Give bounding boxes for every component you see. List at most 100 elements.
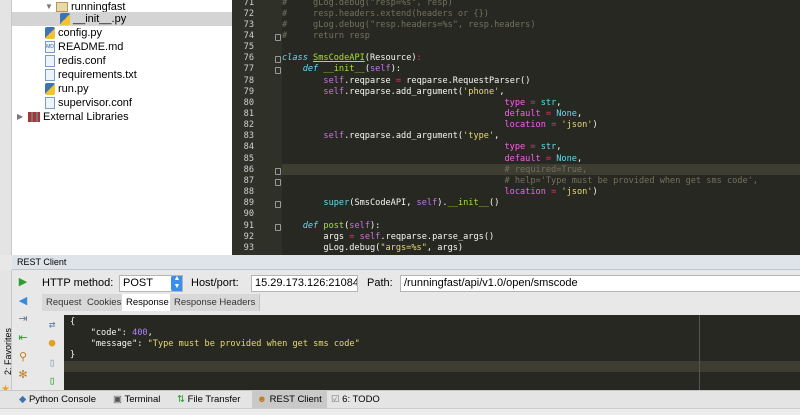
fold-marker-icon[interactable]	[275, 33, 281, 41]
line-number: 74	[243, 30, 254, 41]
tree-item[interactable]: requirements.txt	[45, 68, 137, 82]
fold-marker-icon[interactable]	[275, 201, 281, 209]
code-line: default = None,	[282, 109, 582, 120]
tools-icon[interactable]: ✻	[17, 369, 29, 381]
library-icon	[28, 112, 40, 122]
tool-rest-client[interactable]: ☻ REST Client	[252, 391, 327, 409]
tool-label: 6: TODO	[342, 394, 380, 405]
people-icon[interactable]: ⚲	[17, 351, 29, 363]
tree-item-label: README.md	[58, 41, 124, 53]
code-token: location	[504, 120, 546, 131]
tool-python-console[interactable]: ◆ Python Console	[14, 391, 101, 409]
path-input[interactable]: /runningfast/api/v1.0/open/smscode	[400, 275, 800, 292]
open-file-icon[interactable]: ▯	[46, 375, 58, 387]
code-token: (Resource)	[364, 53, 417, 64]
terminal-icon: ▣	[113, 394, 125, 405]
lightbulb-icon[interactable]: ●	[46, 337, 58, 349]
tab-response-headers[interactable]: Response Headers	[170, 294, 261, 311]
fold-marker-icon[interactable]	[275, 56, 281, 64]
code-line: class SmsCodeAPI(Resource):	[282, 53, 422, 64]
fold-marker-icon[interactable]	[275, 167, 281, 175]
code-line: # return resp	[282, 31, 370, 42]
tool-file-transfer[interactable]: ⇅ File Transfer	[172, 391, 245, 409]
tool-terminal[interactable]: ▣ Terminal	[108, 391, 165, 409]
wrap-icon[interactable]: ⇄	[46, 319, 58, 331]
export-icon[interactable]: ⇥	[17, 313, 29, 325]
code-token: .reqparse.parse_args()	[380, 231, 495, 242]
line-number: 85	[243, 153, 254, 164]
code-token: .reqparse	[344, 75, 396, 86]
tab-request[interactable]: Request	[42, 294, 87, 311]
python-file-icon	[45, 27, 55, 39]
tree-item[interactable]: MD README.md	[45, 40, 123, 54]
tree-item[interactable]: config.py	[45, 26, 102, 40]
code-token: )	[592, 120, 598, 131]
code-token: def	[302, 64, 324, 75]
tree-item[interactable]: supervisor.conf	[45, 96, 132, 110]
code-token: self	[323, 86, 345, 97]
right-margin-line	[699, 315, 700, 390]
code-line: type = str,	[282, 98, 561, 109]
code-token: 'phone'	[463, 86, 500, 97]
code-token: class	[282, 53, 314, 64]
favorites-strip[interactable]: 2: Favorites ★	[0, 270, 13, 395]
code-token: __init__	[447, 198, 490, 209]
code-token: 'json'	[561, 120, 593, 131]
code-token: super	[323, 198, 350, 209]
code-token: args	[282, 231, 350, 242]
code-editor[interactable]: 71 72 73 74 75 76 77 78 79 80 81 82 83 84 85 86 87 88 89 90…	[232, 0, 800, 255]
tool-label: Terminal	[124, 394, 161, 405]
tree-item-label: redis.conf	[58, 55, 106, 67]
folder-icon	[56, 2, 68, 12]
code-line: # help='Type must be provided when get s…	[282, 176, 758, 187]
path-label: Path:	[367, 277, 393, 289]
line-number: 81	[243, 109, 254, 119]
response-body[interactable]: ⇄ ● ▯ ▯ { "code": 400, 400 "message": "T…	[40, 315, 800, 390]
tree-item[interactable]: ▶ External Libraries	[17, 110, 129, 124]
tree-item[interactable]: redis.conf	[45, 54, 106, 68]
fold-marker-icon[interactable]	[275, 178, 281, 186]
tool--todo[interactable]: ☑ 6: TODO	[326, 391, 385, 409]
tree-item-label: supervisor.conf	[58, 97, 132, 109]
code-token: gLog.debug(	[282, 242, 381, 253]
fold-marker-icon[interactable]	[275, 67, 281, 75]
code-token: ()	[489, 198, 500, 209]
left-tool-strip	[0, 0, 12, 255]
tree-item[interactable]: __init__.py	[12, 12, 232, 26]
file-icon[interactable]: ▯	[46, 357, 58, 369]
line-number: 75	[243, 42, 254, 53]
code-token: # gLog.debug("resp=%s", resp)	[282, 0, 453, 8]
http-method-select[interactable]: POST ▲ ▼	[119, 275, 183, 292]
python-icon: ◆	[19, 394, 29, 405]
line-number: 84	[243, 142, 254, 153]
run-request-icon[interactable]: ▶	[17, 276, 29, 288]
code-line: type = str,	[282, 142, 561, 153]
favorites-label[interactable]: 2: Favorites	[3, 315, 13, 375]
tool-label: File Transfer	[187, 394, 241, 405]
select-arrows-icon[interactable]: ▲ ▼	[171, 276, 182, 291]
code-token: (SmsCodeAPI,	[349, 198, 417, 209]
response-line: }	[70, 350, 76, 360]
import-icon[interactable]: ⇤	[17, 332, 29, 344]
chevron-right-icon[interactable]: ▶	[17, 110, 25, 124]
back-icon[interactable]: ◀	[17, 295, 29, 307]
tab-response[interactable]: Response	[122, 294, 174, 311]
line-number: 78	[243, 75, 254, 86]
http-method-label: HTTP method:	[42, 277, 114, 289]
code-token: self	[416, 198, 438, 209]
code-token: )	[592, 187, 598, 198]
fold-marker-icon[interactable]	[275, 223, 281, 231]
tree-item[interactable]: run.py	[45, 82, 89, 96]
code-line: location = 'json')	[282, 120, 598, 131]
host-port-input[interactable]: 15.29.173.126:21084	[251, 275, 358, 292]
line-number: 91	[243, 220, 254, 231]
response-line: {	[70, 317, 76, 327]
code-token: :	[416, 53, 422, 64]
code-token: str	[540, 142, 557, 153]
code-token: ,	[576, 109, 583, 119]
tab-cookies[interactable]: Cookies	[83, 294, 127, 311]
code-line: super(SmsCodeAPI, self).__init__()	[282, 198, 499, 209]
